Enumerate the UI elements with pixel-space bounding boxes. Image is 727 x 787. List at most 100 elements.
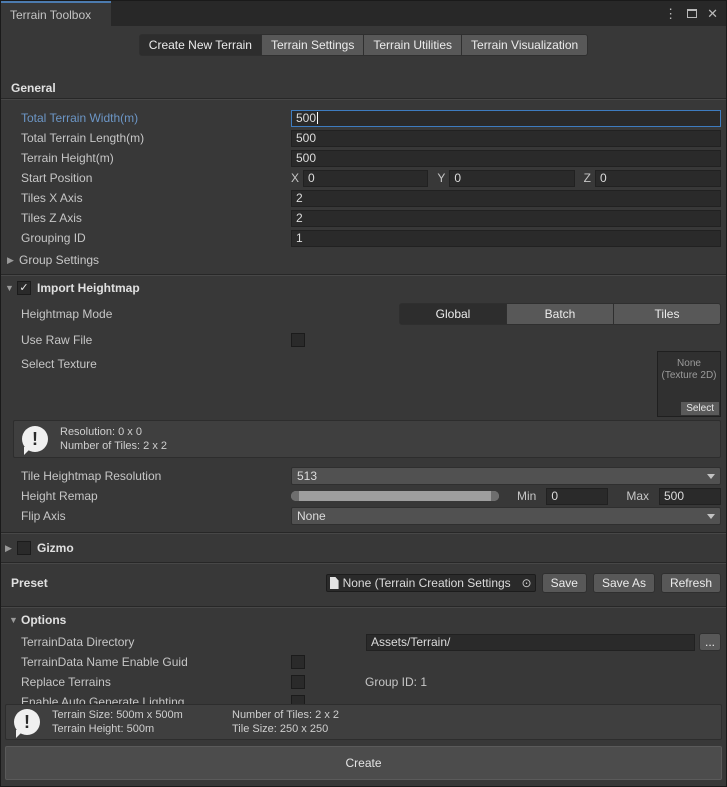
- dropdown-value: 513: [297, 469, 317, 483]
- save-as-button[interactable]: Save As: [593, 573, 655, 593]
- gizmo-checkbox[interactable]: [17, 541, 31, 555]
- mode-label: Tiles: [655, 307, 680, 321]
- row-terraindata-name-guid: TerrainData Name Enable Guid: [1, 652, 726, 672]
- preset-object-field[interactable]: None (Terrain Creation Settings ⊙: [326, 574, 536, 592]
- group-settings-label: Group Settings: [19, 253, 99, 267]
- mode-label: Global: [436, 307, 471, 321]
- start-position-y: Y 0: [437, 170, 574, 187]
- window-tab[interactable]: Terrain Toolbox: [1, 1, 111, 26]
- group-id-text: Group ID: 1: [365, 675, 427, 689]
- texture-select-button[interactable]: Select: [681, 402, 719, 415]
- row-use-raw-file: Use Raw File: [1, 330, 726, 350]
- terrain-height-label: Terrain Height(m): [21, 151, 291, 165]
- height-remap-slider[interactable]: [291, 487, 499, 505]
- tab-terrain-visualization[interactable]: Terrain Visualization: [462, 34, 588, 56]
- tab-terrain-settings[interactable]: Terrain Settings: [262, 34, 364, 56]
- tiles-x-axis-input[interactable]: 2: [291, 190, 721, 207]
- start-position-x: X 0: [291, 170, 428, 187]
- total-terrain-length-input[interactable]: 500: [291, 130, 721, 147]
- field-value: 500: [296, 111, 316, 125]
- foldout-closed-icon[interactable]: ▶: [7, 255, 19, 266]
- tile-heightmap-resolution-dropdown[interactable]: 513: [291, 467, 721, 485]
- field-value: Assets/Terrain/: [371, 635, 450, 649]
- group-settings-row[interactable]: ▶ Group Settings: [1, 252, 726, 268]
- field-value: 500: [296, 151, 316, 165]
- refresh-button[interactable]: Refresh: [661, 573, 721, 593]
- row-terraindata-directory: TerrainData Directory Assets/Terrain/ ..…: [1, 632, 726, 652]
- slider-min-handle[interactable]: [291, 491, 299, 501]
- row-grouping-id: Grouping ID 1: [1, 228, 726, 248]
- import-heightmap-checkbox[interactable]: ✓: [17, 281, 31, 295]
- tile-size-text: Tile Size: 250 x 250: [232, 722, 339, 736]
- summary-column-left: Terrain Size: 500m x 500m Terrain Height…: [52, 708, 232, 736]
- min-label: Min: [517, 489, 536, 503]
- general-title: General: [11, 81, 56, 95]
- preset-label: Preset: [11, 576, 48, 590]
- create-button[interactable]: Create: [5, 746, 722, 780]
- divider: [1, 274, 726, 276]
- maximize-icon[interactable]: [687, 9, 697, 18]
- height-remap-min-input[interactable]: 0: [546, 488, 608, 505]
- chevron-down-icon: [707, 514, 715, 519]
- import-heightmap-title: Import Heightmap: [37, 281, 140, 295]
- terrain-height-input[interactable]: 500: [291, 150, 721, 167]
- foldout-open-icon[interactable]: ▼: [5, 283, 17, 293]
- save-button[interactable]: Save: [542, 573, 587, 593]
- window-menu-icon[interactable]: ⋮: [664, 7, 677, 20]
- tiles-z-axis-input[interactable]: 2: [291, 210, 721, 227]
- z-axis-label[interactable]: Z: [584, 171, 591, 185]
- tab-create-new-terrain[interactable]: Create New Terrain: [139, 34, 262, 56]
- field-value: 1: [296, 231, 303, 245]
- browse-button[interactable]: ...: [699, 633, 721, 651]
- replace-terrains-label: Replace Terrains: [21, 675, 291, 689]
- info-icon: !: [14, 709, 40, 735]
- tab-label: Terrain Settings: [271, 38, 354, 52]
- tab-label: Terrain Utilities: [373, 38, 452, 52]
- close-icon[interactable]: ✕: [707, 7, 718, 20]
- start-position-z-input[interactable]: 0: [595, 170, 721, 187]
- mode-tiles-button[interactable]: Tiles: [614, 303, 721, 325]
- text-caret: [317, 112, 318, 124]
- row-start-position: Start Position X 0 Y 0 Z 0: [1, 168, 726, 188]
- object-picker-icon[interactable]: ⊙: [522, 576, 532, 590]
- texture-none-text: None (Texture 2D): [658, 358, 720, 382]
- flip-axis-dropdown[interactable]: None: [291, 507, 721, 525]
- tile-heightmap-resolution-label: Tile Heightmap Resolution: [21, 469, 291, 483]
- row-total-terrain-length: Total Terrain Length(m) 500: [1, 128, 726, 148]
- texture-none-line2: (Texture 2D): [658, 370, 720, 382]
- grouping-id-input[interactable]: 1: [291, 230, 721, 247]
- tiles-z-axis-label: Tiles Z Axis: [21, 211, 291, 225]
- x-axis-label[interactable]: X: [291, 171, 299, 185]
- field-value: 0: [551, 489, 558, 503]
- height-remap-max-input[interactable]: 500: [659, 488, 721, 505]
- mode-global-button[interactable]: Global: [399, 303, 507, 325]
- resolution-line: Resolution: 0 x 0: [60, 425, 167, 439]
- foldout-closed-icon[interactable]: ▶: [5, 543, 17, 554]
- use-raw-file-checkbox[interactable]: [291, 333, 305, 347]
- gizmo-row: ▶ Gizmo: [1, 538, 726, 558]
- max-label: Max: [626, 489, 649, 503]
- use-raw-file-label: Use Raw File: [21, 333, 291, 347]
- replace-terrains-checkbox[interactable]: [291, 675, 305, 689]
- resolution-helpbox: ! Resolution: 0 x 0 Number of Tiles: 2 x…: [13, 420, 721, 458]
- foldout-open-icon[interactable]: ▼: [9, 615, 21, 625]
- chevron-down-icon: [707, 474, 715, 479]
- asset-file-icon: [330, 577, 339, 589]
- slider-max-handle[interactable]: [491, 491, 499, 501]
- heightmap-mode-label: Heightmap Mode: [21, 307, 291, 321]
- field-value: 0: [600, 171, 607, 185]
- texture-object-field[interactable]: None (Texture 2D) Select: [657, 351, 721, 417]
- total-terrain-length-label: Total Terrain Length(m): [21, 131, 291, 145]
- exclamation-glyph: !: [32, 429, 38, 450]
- mode-batch-button[interactable]: Batch: [507, 303, 614, 325]
- total-terrain-width-input[interactable]: 500: [291, 110, 721, 127]
- start-position-x-input[interactable]: 0: [303, 170, 428, 187]
- row-tiles-z-axis: Tiles Z Axis 2: [1, 208, 726, 228]
- terraindata-name-guid-checkbox[interactable]: [291, 655, 305, 669]
- dropdown-value: None: [297, 509, 326, 523]
- start-position-y-input[interactable]: 0: [449, 170, 574, 187]
- y-axis-label[interactable]: Y: [437, 171, 445, 185]
- field-value: 500: [664, 489, 684, 503]
- tab-terrain-utilities[interactable]: Terrain Utilities: [364, 34, 462, 56]
- terraindata-directory-input[interactable]: Assets/Terrain/: [366, 634, 695, 651]
